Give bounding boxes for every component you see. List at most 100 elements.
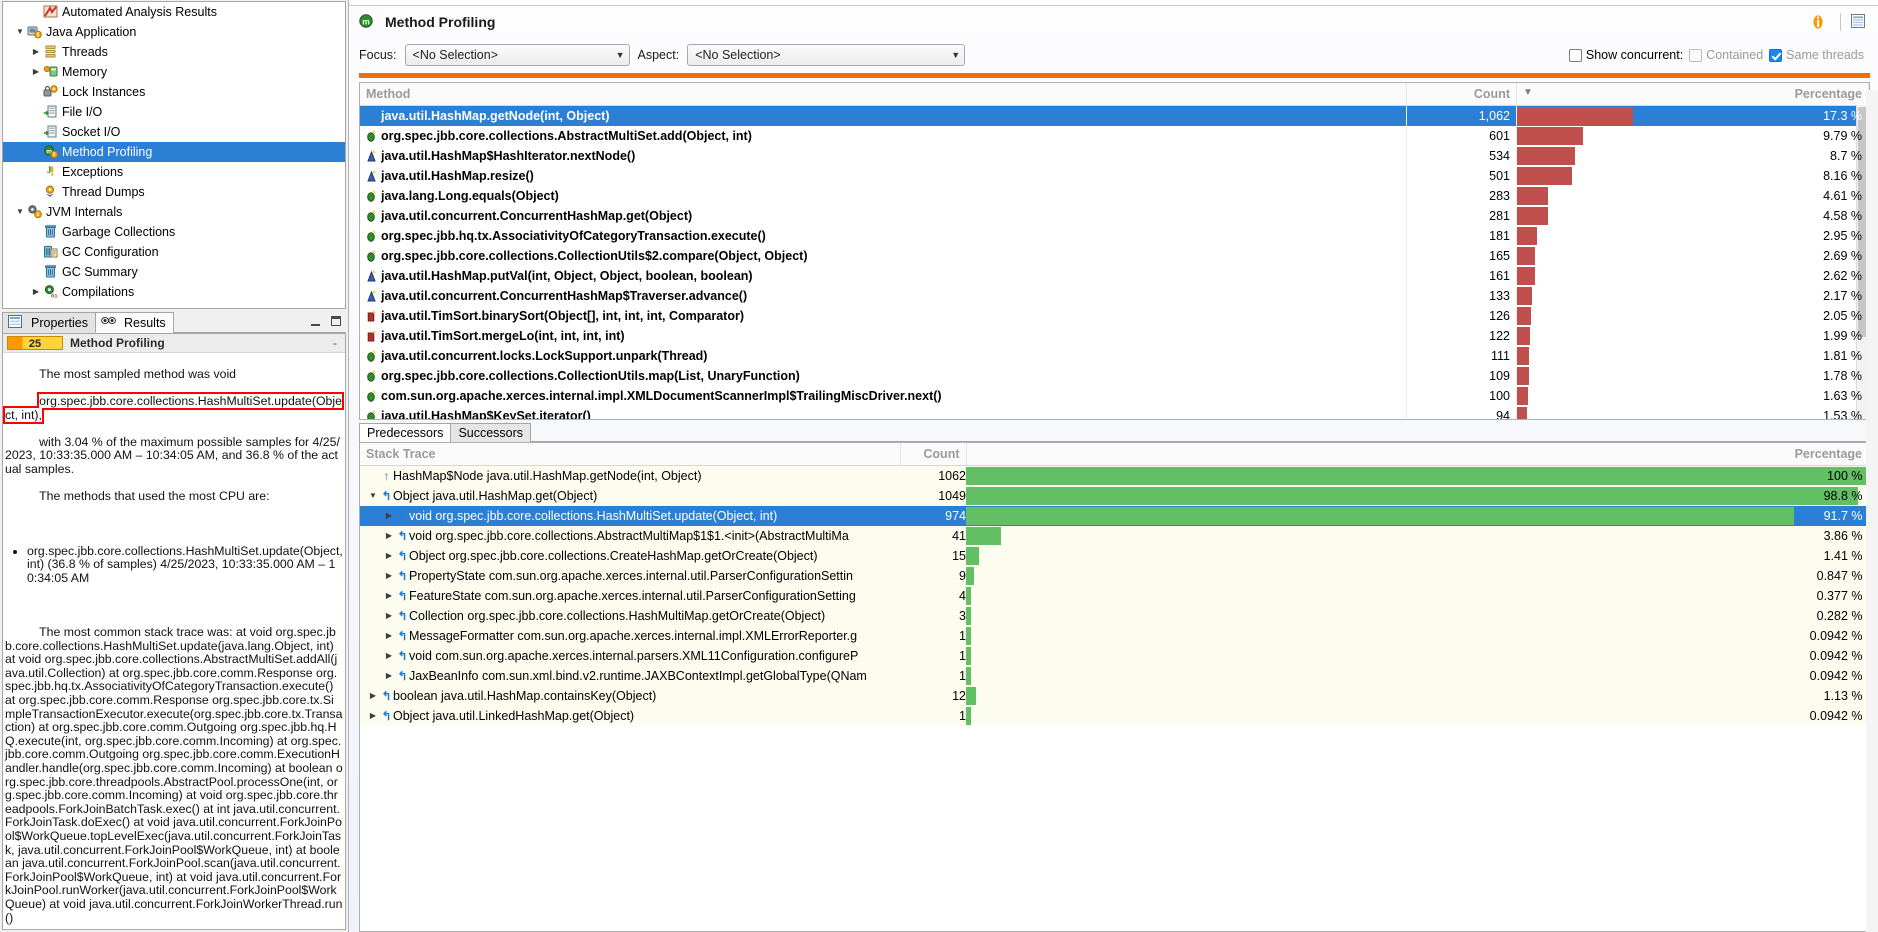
stack-row[interactable]: ▶ ↰ FeatureState com.sun.org.apache.xerces… bbox=[360, 585, 1869, 606]
stack-row[interactable]: ▶ ↰ void com.sun.org.apache.xerces.interna… bbox=[360, 645, 1869, 666]
table-view-icon[interactable] bbox=[1851, 14, 1868, 30]
chevron-right-icon[interactable]: ▶ bbox=[382, 531, 396, 540]
results-body[interactable]: 25 Method Profiling - The most sampled m… bbox=[2, 334, 346, 930]
tree-item-automated-analysis-results[interactable]: ▶Automated Analysis Results bbox=[3, 2, 345, 22]
tree-item-threads[interactable]: ▶ Threads bbox=[3, 42, 345, 62]
tab-properties[interactable]: Properties bbox=[2, 312, 96, 334]
table-row[interactable]: java.util.HashMap.getNode(int, Object) 1,… bbox=[360, 105, 1869, 126]
count-cell: 126 bbox=[1406, 305, 1517, 326]
contained-checkbox[interactable]: Contained bbox=[1689, 48, 1763, 62]
chevron-right-icon[interactable]: ▶ bbox=[382, 671, 396, 680]
stack-row[interactable]: ▶ ↰ Object java.util.LinkedHashMap.get(Obj… bbox=[360, 705, 1869, 726]
chevron-right-icon[interactable]: ▶ bbox=[366, 691, 380, 700]
table-row[interactable]: org.spec.jbb.core.collections.Collection… bbox=[360, 365, 1869, 386]
table-row[interactable]: java.util.HashMap.resize() 501 8.16 % bbox=[360, 165, 1869, 186]
chevron-right-icon[interactable]: ▶ bbox=[382, 571, 396, 580]
table-row[interactable]: java.util.concurrent.ConcurrentHashMap$T… bbox=[360, 285, 1869, 306]
column-header-stack-count[interactable]: Count bbox=[900, 443, 967, 466]
chevron-right-icon[interactable]: ▶ bbox=[29, 282, 43, 302]
chevron-right-icon[interactable]: ▶ bbox=[382, 651, 396, 660]
chevron-right-icon[interactable]: ▶ bbox=[29, 62, 43, 82]
stack-row[interactable]: ▶ ↰ PropertyState com.sun.org.apache.xerce… bbox=[360, 565, 1869, 586]
stack-row[interactable]: ▼ ↰ Object java.util.HashMap.get(Object) 10… bbox=[360, 485, 1869, 506]
chevron-right-icon[interactable]: ▶ bbox=[382, 551, 396, 560]
outline-tree-panel[interactable]: ▶Automated Analysis Results▼Java Applica… bbox=[2, 1, 346, 310]
show-concurrent-checkbox[interactable]: Show concurrent: bbox=[1568, 48, 1683, 62]
column-header-count[interactable]: Count bbox=[1406, 83, 1517, 106]
chevron-right-icon[interactable]: ▶ bbox=[382, 511, 396, 520]
tree-item-exceptions[interactable]: ▶JExceptions bbox=[3, 162, 345, 182]
aspect-value: <No Selection> bbox=[695, 48, 781, 62]
focus-select[interactable]: <No Selection> ▼ bbox=[404, 44, 630, 66]
tab-results[interactable]: Results bbox=[94, 312, 174, 334]
tree-item-compilations[interactable]: ▶ 010 Compilations bbox=[3, 282, 345, 302]
stack-row[interactable]: ▶↑HashMap$Node java.util.HashMap.getNode… bbox=[360, 465, 1869, 486]
chevron-down-icon[interactable]: ▼ bbox=[366, 491, 380, 500]
table-row[interactable]: java.lang.Long.equals(Object) 283 4.61 % bbox=[360, 185, 1869, 206]
table-row[interactable]: java.util.HashMap$KeySet.iterator() 94 1.5… bbox=[360, 405, 1869, 419]
tree-item-lock-instances[interactable]: ▶Lock Instances bbox=[3, 82, 345, 102]
stack-trace-table[interactable]: Stack Trace Count Percentage ▶↑HashMap$N… bbox=[359, 442, 1870, 932]
table-row[interactable]: org.spec.jbb.core.collections.AbstractMu… bbox=[360, 125, 1869, 146]
column-header-percentage[interactable]: ▼ Percentage bbox=[1516, 83, 1869, 106]
same-threads-checkbox[interactable]: Same threads bbox=[1769, 48, 1864, 62]
tree-item-jvm-internals[interactable]: ▼ JVM Internals bbox=[3, 202, 345, 222]
stack-row[interactable]: ▶ ↰ JaxBeanInfo com.sun.xml.bind.v2.runtim… bbox=[360, 665, 1869, 686]
branch-arrow-icon: ↰ bbox=[397, 508, 408, 523]
table-row[interactable]: java.util.concurrent.ConcurrentHashMap.g… bbox=[360, 205, 1869, 226]
stack-trace-tabstrip[interactable]: Predecessors Successors bbox=[359, 423, 1870, 442]
method-cell: java.util.TimSort.mergeLo(int, int, int,… bbox=[360, 325, 1407, 346]
stack-percentage-cell: 0.847 % bbox=[966, 566, 1869, 586]
stack-row[interactable]: ▶ ↰ MessageFormatter com.sun.org.apache.xe… bbox=[360, 625, 1869, 646]
tree-item-java-application[interactable]: ▼ Java Application bbox=[3, 22, 345, 42]
tree-item-thread-dumps[interactable]: ▶Thread Dumps bbox=[3, 182, 345, 202]
tree-item-method-profiling[interactable]: ▶mMethod Profiling bbox=[3, 142, 345, 162]
table-row[interactable]: java.util.concurrent.locks.LockSupport.u… bbox=[360, 345, 1869, 366]
chevron-right-icon[interactable]: ▶ bbox=[29, 42, 43, 62]
method-table-header: Method Count ▼ Percentage bbox=[360, 83, 1869, 106]
same-threads-label: Same threads bbox=[1786, 48, 1864, 62]
table-row[interactable]: java.util.TimSort.binarySort(Object[], i… bbox=[360, 305, 1869, 326]
tree-item-gc-summary[interactable]: ▶GC Summary bbox=[3, 262, 345, 282]
chevron-right-icon[interactable]: ▶ bbox=[382, 611, 396, 620]
tree-item-socket-i-o[interactable]: ▶Socket I/O bbox=[3, 122, 345, 142]
chevron-right-icon[interactable]: ▶ bbox=[382, 591, 396, 600]
column-header-stack-percentage[interactable]: Percentage bbox=[966, 443, 1869, 466]
chevron-down-icon[interactable]: ▼ bbox=[13, 202, 27, 222]
aspect-select[interactable]: <No Selection> ▼ bbox=[687, 44, 966, 66]
tree-item-garbage-collections[interactable]: ▶Garbage Collections bbox=[3, 222, 345, 242]
tab-predecessors[interactable]: Predecessors bbox=[359, 423, 452, 442]
chevron-down-icon[interactable]: ▼ bbox=[13, 22, 27, 42]
column-header-stack-trace[interactable]: Stack Trace bbox=[360, 443, 901, 466]
header-actions[interactable] bbox=[1811, 13, 1870, 31]
stack-row[interactable]: ▶ ↰ boolean java.util.HashMap.containsKey(… bbox=[360, 685, 1869, 706]
chevron-right-icon[interactable]: ▶ bbox=[382, 631, 396, 640]
maximize-icon[interactable] bbox=[330, 315, 343, 328]
minimize-icon[interactable] bbox=[310, 315, 323, 328]
percentage-cell: 2.62 % bbox=[1516, 265, 1869, 286]
chevron-right-icon[interactable]: ▶ bbox=[366, 711, 380, 720]
tree-item-file-i-o[interactable]: ▶File I/O bbox=[3, 102, 345, 122]
table-row[interactable]: org.spec.jbb.core.collections.Collection… bbox=[360, 245, 1869, 266]
table-row[interactable]: java.util.TimSort.mergeLo(int, int, int,… bbox=[360, 325, 1869, 346]
properties-results-tabstrip[interactable]: Properties Results bbox=[2, 312, 346, 335]
stack-row[interactable]: ▶ ↰ void org.spec.jbb.core.collections.Abs… bbox=[360, 525, 1869, 546]
stack-percentage-cell: 0.0942 % bbox=[966, 666, 1869, 686]
method-cell: java.util.HashMap.putVal(int, Object, Ob… bbox=[360, 265, 1407, 286]
table-row[interactable]: java.util.HashMap$HashIterator.nextNode(… bbox=[360, 145, 1869, 166]
count-cell: 133 bbox=[1406, 285, 1517, 306]
table-row[interactable]: org.spec.jbb.hq.tx.AssociativityOfCatego… bbox=[360, 225, 1869, 246]
column-header-method[interactable]: Method bbox=[360, 83, 1407, 106]
tree-item-gc-configuration[interactable]: ▶GC Configuration bbox=[3, 242, 345, 262]
info-icon[interactable] bbox=[1811, 14, 1828, 30]
tree-item-memory[interactable]: ▶ Memory bbox=[3, 62, 345, 82]
collapse-icon[interactable]: - bbox=[333, 336, 341, 350]
table-row[interactable]: java.util.HashMap.putVal(int, Object, Ob… bbox=[360, 265, 1869, 286]
method-table[interactable]: Method Count ▼ Percentage java.util.Hash… bbox=[359, 82, 1870, 420]
tab-successors[interactable]: Successors bbox=[450, 423, 532, 442]
stack-row[interactable]: ▶ ↰ void org.spec.jbb.core.collections.Has… bbox=[360, 505, 1869, 526]
table-row[interactable]: com.sun.org.apache.xerces.internal.impl.… bbox=[360, 385, 1869, 406]
stack-row[interactable]: ▶ ↰ Collection org.spec.jbb.core.collectio… bbox=[360, 605, 1869, 626]
stack-row[interactable]: ▶ ↰ Object org.spec.jbb.core.collections.C… bbox=[360, 545, 1869, 566]
panel-buttons[interactable] bbox=[310, 315, 343, 328]
